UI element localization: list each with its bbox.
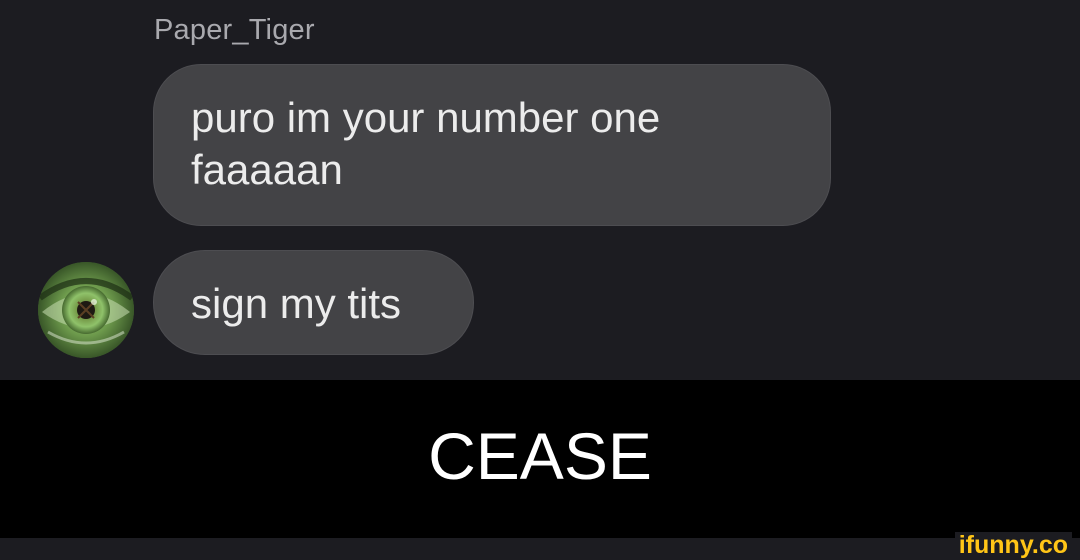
footer-strip — [0, 538, 1080, 560]
message-text: sign my tits — [191, 280, 402, 327]
chat-area: Paper_Tiger puro im your number one faaa… — [0, 0, 1080, 380]
message-bubble[interactable]: sign my tits — [153, 250, 474, 355]
green-eye-avatar-icon — [38, 262, 134, 358]
caption-bar: CEASE — [0, 380, 1080, 538]
watermark: ifunny.co — [954, 532, 1072, 558]
message-bubble[interactable]: puro im your number one faaaaan — [153, 64, 831, 226]
caption-text: CEASE — [428, 419, 652, 493]
sender-name[interactable]: Paper_Tiger — [154, 14, 315, 47]
message-text: puro im your number one faaaaan — [191, 94, 661, 193]
user-avatar[interactable] — [38, 262, 134, 358]
